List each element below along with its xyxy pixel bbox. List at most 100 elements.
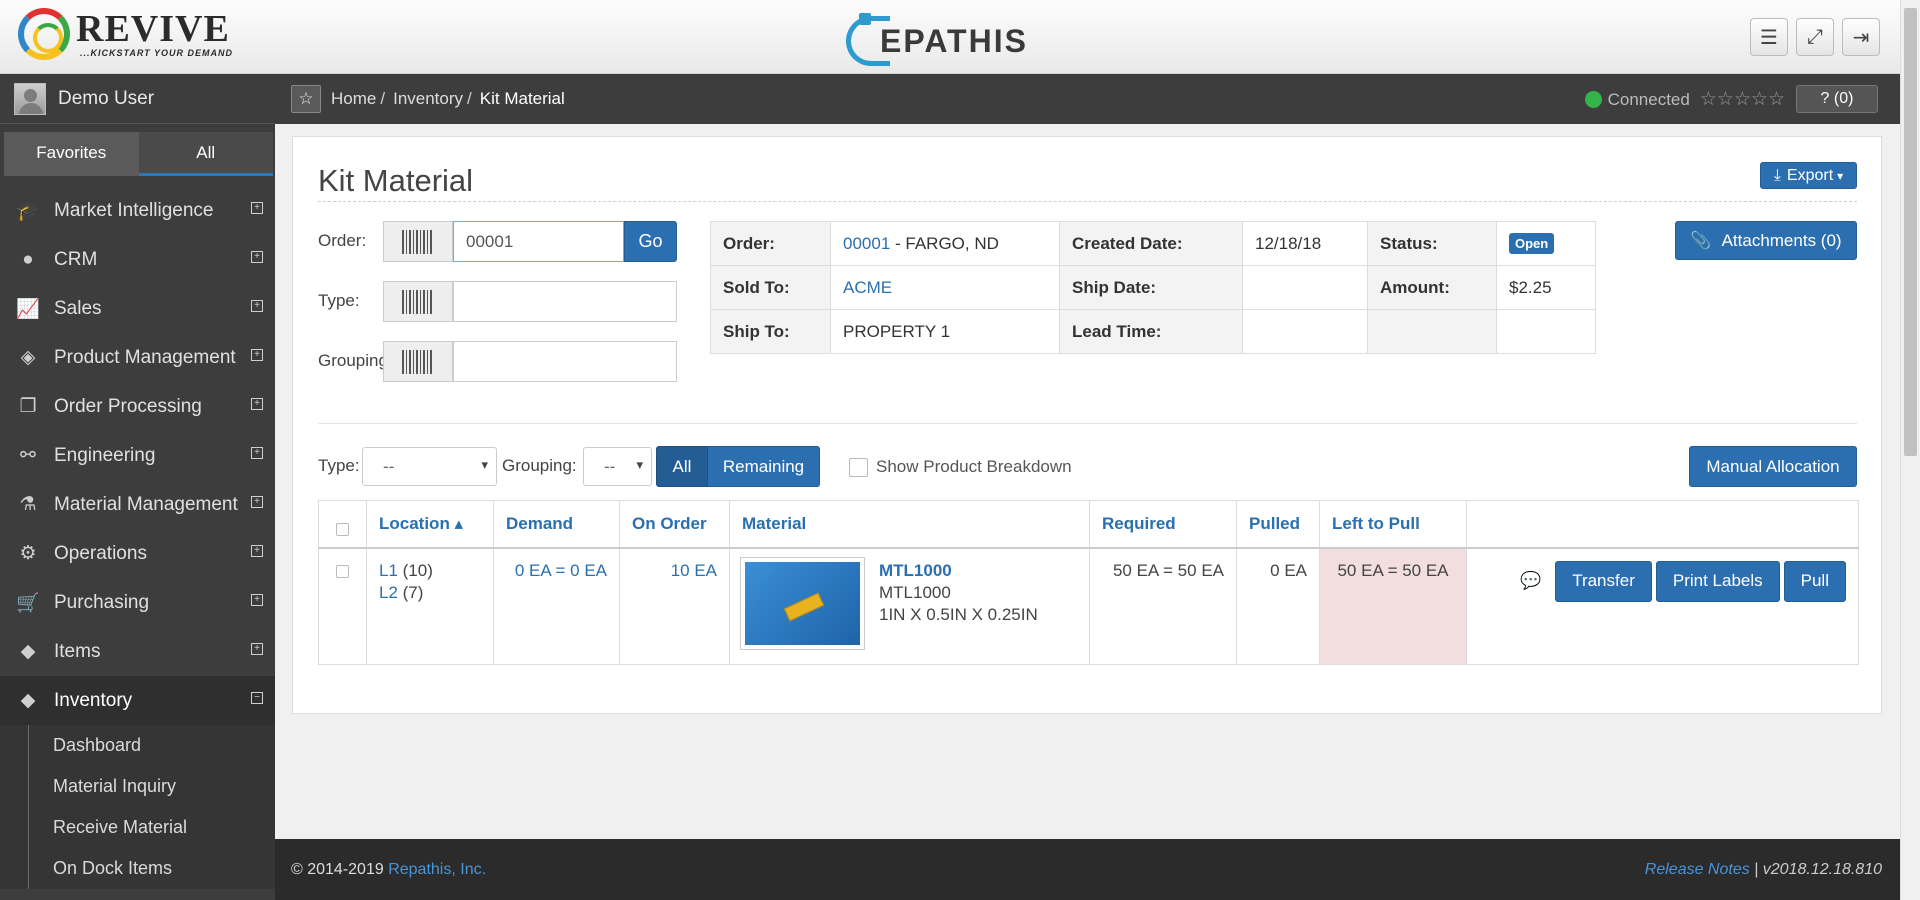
- export-label: Export: [1786, 166, 1834, 184]
- product-breakdown-checkbox[interactable]: [849, 457, 868, 477]
- row-select-cell: [318, 547, 367, 665]
- sidebar-item-label: CRM: [54, 248, 98, 270]
- expand-plus-icon[interactable]: +: [251, 202, 263, 214]
- order-link[interactable]: 00001: [843, 234, 890, 253]
- sidebar-item-inventory[interactable]: ◆ Inventory −: [0, 676, 275, 725]
- rating-stars[interactable]: ☆☆☆☆☆: [1700, 88, 1785, 111]
- filter-all-button[interactable]: All: [656, 446, 708, 487]
- table-row: L1 (10) L2 (7) 0 EA = 0 EA 10 EA MTL1000…: [318, 547, 1859, 665]
- submenu-item-receive-material[interactable]: Receive Material: [28, 807, 275, 848]
- product-breakdown-toggle[interactable]: Show Product Breakdown: [849, 457, 1072, 477]
- sidebar-item-crm[interactable]: ● CRM +: [0, 235, 275, 284]
- cell-location: L1 (10) L2 (7): [366, 547, 494, 665]
- sold-to-link[interactable]: ACME: [843, 278, 892, 297]
- comment-icon[interactable]: 💬: [1520, 571, 1541, 591]
- location-link-l1[interactable]: L1: [379, 561, 398, 580]
- sidebar-item-label: Material Management: [54, 493, 238, 515]
- col-pulled[interactable]: Pulled: [1236, 500, 1320, 549]
- sidebar-item-order-processing[interactable]: ❐ Order Processing +: [0, 382, 275, 431]
- breadcrumb-bar: ☆ Home / Inventory / Kit Material Connected …: [275, 74, 1900, 124]
- files-icon: ❐: [19, 396, 37, 417]
- type-barcode-button[interactable]: [383, 281, 453, 322]
- col-location[interactable]: Location ▴: [366, 500, 494, 549]
- sidebar-item-purchasing[interactable]: 🛒 Purchasing +: [0, 578, 275, 627]
- favorite-star-button[interactable]: ☆: [291, 85, 321, 113]
- filter-grouping-select[interactable]: --: [583, 447, 652, 486]
- export-button[interactable]: ⤓ Export ▾: [1760, 162, 1857, 189]
- company-link[interactable]: Repathis, Inc.: [388, 861, 486, 878]
- go-button[interactable]: Go: [624, 221, 677, 262]
- expand-plus-icon[interactable]: +: [251, 594, 263, 606]
- select-all-checkbox[interactable]: [336, 522, 349, 536]
- user-profile[interactable]: Demo User: [0, 74, 275, 124]
- manual-allocation-button[interactable]: Manual Allocation: [1689, 446, 1857, 487]
- revive-logo[interactable]: REVIVE ...KICKSTART YOUR DEMAND: [18, 8, 233, 60]
- sidebar: Demo User Favorites All 🎓 Market Intelli…: [0, 74, 275, 900]
- select-all-cell: [318, 500, 367, 549]
- filter-type-select[interactable]: --: [362, 447, 497, 486]
- expand-plus-icon[interactable]: +: [251, 349, 263, 361]
- kit-material-panel: Kit Material ⤓ Export ▾ 📎 Attachments (0…: [292, 136, 1882, 714]
- page-scrollbar[interactable]: [1900, 0, 1920, 900]
- sidebar-item-market-intelligence[interactable]: 🎓 Market Intelligence +: [0, 186, 275, 235]
- material-thumbnail[interactable]: [740, 556, 865, 650]
- on-order-link[interactable]: 10 EA: [671, 561, 717, 580]
- grouping-input[interactable]: [453, 341, 677, 382]
- pull-button[interactable]: Pull: [1783, 560, 1846, 602]
- col-demand[interactable]: Demand: [493, 500, 620, 549]
- release-notes-link[interactable]: Release Notes: [1645, 861, 1750, 878]
- sidebar-item-material-management[interactable]: ⚗ Material Management +: [0, 480, 275, 529]
- sidebar-item-operations[interactable]: ⚙ Operations +: [0, 529, 275, 578]
- info-amount-label: Amount:: [1367, 265, 1497, 310]
- sidebar-item-items[interactable]: ◆ Items +: [0, 627, 275, 676]
- col-required[interactable]: Required: [1089, 500, 1237, 549]
- filter-remaining-button[interactable]: Remaining: [708, 446, 820, 487]
- logout-button[interactable]: ⇥: [1842, 18, 1880, 56]
- submenu-item-material-inquiry[interactable]: Material Inquiry: [28, 766, 275, 807]
- demand-link[interactable]: 0 EA = 0 EA: [515, 561, 607, 580]
- attachments-button[interactable]: 📎 Attachments (0): [1675, 221, 1857, 260]
- col-material[interactable]: Material: [729, 500, 1090, 549]
- expand-plus-icon[interactable]: +: [251, 251, 263, 263]
- sidebar-item-label: Inventory: [54, 689, 133, 711]
- status-dot-icon: [1584, 91, 1602, 108]
- repathis-logo: EPATHIS: [846, 4, 1028, 68]
- sidebar-item-engineering[interactable]: ⚯ Engineering +: [0, 431, 275, 480]
- submenu-item-dashboard[interactable]: Dashboard: [28, 725, 275, 766]
- submenu-item-on-dock-items[interactable]: On Dock Items: [28, 848, 275, 889]
- order-barcode-button[interactable]: [383, 221, 453, 262]
- tab-favorites[interactable]: Favorites: [4, 132, 139, 176]
- expand-plus-icon[interactable]: +: [251, 643, 263, 655]
- info-status-label: Status:: [1367, 221, 1497, 266]
- col-on-order[interactable]: On Order: [619, 500, 730, 549]
- sidebar-item-product-management[interactable]: ◈ Product Management +: [0, 333, 275, 382]
- copyright-text: © 2014-2019: [291, 860, 389, 878]
- info-ship-date-value: [1242, 265, 1368, 310]
- info-order-label: Order:: [710, 221, 831, 266]
- expand-plus-icon[interactable]: +: [251, 398, 263, 410]
- scrollbar-thumb[interactable]: [1904, 8, 1917, 456]
- transfer-button[interactable]: Transfer: [1555, 560, 1652, 602]
- row-checkbox[interactable]: [336, 564, 349, 578]
- breadcrumb-inventory[interactable]: Inventory: [393, 89, 463, 108]
- expand-plus-icon[interactable]: +: [251, 496, 263, 508]
- help-button[interactable]: ? (0): [1796, 85, 1878, 113]
- sidebar-item-sales[interactable]: 📈 Sales +: [0, 284, 275, 333]
- expand-plus-icon[interactable]: +: [251, 300, 263, 312]
- barcode-icon: [402, 229, 434, 254]
- fullscreen-button[interactable]: ⤢: [1796, 18, 1834, 56]
- print-labels-button[interactable]: Print Labels: [1655, 560, 1780, 602]
- breadcrumb-separator: /: [467, 89, 472, 108]
- expand-plus-icon[interactable]: +: [251, 545, 263, 557]
- collapse-minus-icon[interactable]: −: [251, 692, 263, 704]
- location-link-l2[interactable]: L2: [379, 583, 398, 602]
- expand-plus-icon[interactable]: +: [251, 447, 263, 459]
- order-input[interactable]: 00001: [453, 221, 624, 262]
- tab-all[interactable]: All: [138, 132, 273, 176]
- menu-button[interactable]: ☰: [1750, 18, 1788, 56]
- col-left-to-pull[interactable]: Left to Pull: [1319, 500, 1467, 549]
- type-input[interactable]: [453, 281, 677, 322]
- breadcrumb-home[interactable]: Home: [331, 89, 376, 108]
- expand-icon: ⤢: [1807, 25, 1823, 48]
- grouping-barcode-button[interactable]: [383, 341, 453, 382]
